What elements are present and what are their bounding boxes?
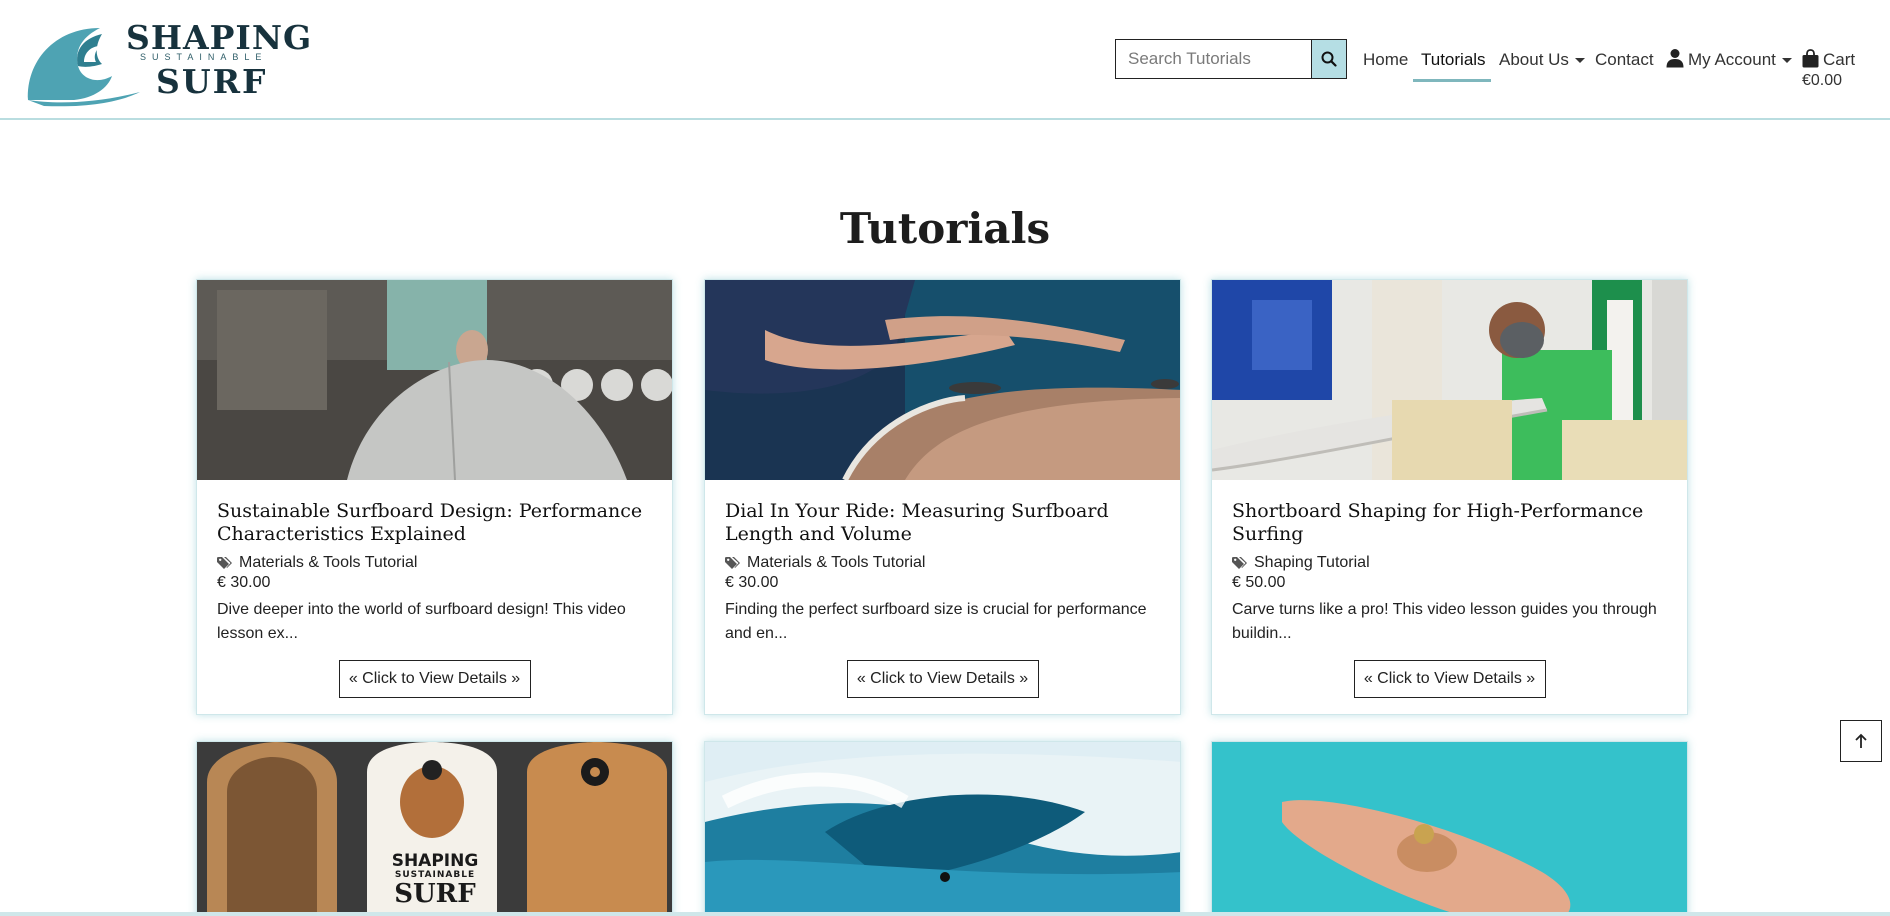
chevron-down-icon [1574,58,1585,64]
tutorial-description: Carve turns like a pro! This video lesso… [1232,601,1657,642]
nav-about-us-label: About Us [1499,50,1569,69]
search-input[interactable] [1115,39,1311,79]
tutorial-image-barrel-wave[interactable] [705,742,1180,916]
active-nav-indicator [1413,79,1491,82]
search-button[interactable] [1311,39,1347,79]
scroll-to-top-button[interactable] [1840,720,1882,762]
tutorial-category-label: Shaping Tutorial [1254,554,1370,571]
tag-icon [217,557,232,569]
nav-cart[interactable]: Cart [1802,48,1855,72]
tutorial-card [1211,741,1688,916]
tutorial-image-measuring-board[interactable] [705,280,1180,480]
tutorial-price: € 30.00 [725,574,779,591]
tutorial-card: Shortboard Shaping for High-Performance … [1211,279,1688,715]
nav-my-account-label: My Account [1688,50,1776,69]
brand-line-2: SUSTAINABLE [140,52,268,62]
arrow-up-icon [1855,733,1867,748]
board-logo-text: SHAPING SUSTAINABLE SURF [375,852,495,908]
chevron-down-icon [1781,58,1792,64]
search-icon [1321,51,1337,67]
tag-icon [725,557,740,569]
tutorial-card: Sustainable Surfboard Design: Performanc… [196,279,673,715]
tutorial-card: Dial In Your Ride: Measuring Surfboard L… [704,279,1181,715]
tutorial-category: Materials & Tools Tutorial [725,554,1160,572]
user-icon [1666,49,1684,68]
tutorial-card [704,741,1181,916]
tutorial-category-label: Materials & Tools Tutorial [239,554,418,571]
tutorial-title[interactable]: Shortboard Shaping for High-Performance … [1232,500,1667,546]
tutorial-price: € 50.00 [1232,574,1286,591]
tag-icon [1232,557,1247,569]
brand-line-3: SURF [156,62,268,101]
shopping-bag-icon [1802,49,1819,68]
tutorial-image-surfer-on-board[interactable] [1212,742,1687,916]
brand-logo[interactable]: SHAPING SUSTAINABLE SURF [24,18,311,107]
nav-my-account[interactable]: My Account [1666,48,1792,72]
tutorial-title[interactable]: Dial In Your Ride: Measuring Surfboard L… [725,500,1160,546]
view-details-button[interactable]: « Click to View Details » [338,660,531,698]
nav-tutorials[interactable]: Tutorials [1421,48,1486,72]
tutorial-image-shaper-with-board[interactable] [1212,280,1687,480]
tutorial-image-wooden-boards[interactable]: SHAPING SUSTAINABLE SURF [197,742,672,916]
tutorial-description: Dive deeper into the world of surfboard … [217,601,626,642]
tutorial-category: Materials & Tools Tutorial [217,554,652,572]
tutorial-category: Shaping Tutorial [1232,554,1667,572]
cart-total: €0.00 [1802,72,1843,89]
nav-about-us[interactable]: About Us [1499,48,1585,72]
view-details-button[interactable]: « Click to View Details » [846,660,1039,698]
site-header: SHAPING SUSTAINABLE SURF Home Tutorials … [0,0,1890,120]
tutorial-category-label: Materials & Tools Tutorial [747,554,926,571]
nav-home[interactable]: Home [1363,48,1408,72]
board-logo-line-1: SHAPING [391,851,479,871]
tutorial-title[interactable]: Sustainable Surfboard Design: Performanc… [217,500,652,546]
tutorial-card: SHAPING SUSTAINABLE SURF [196,741,673,916]
nav-cart-label: Cart [1823,50,1856,69]
tutorial-price: € 30.00 [217,574,271,591]
footer-edge [0,912,1890,916]
tutorial-image-surfboard-closeup[interactable] [197,280,672,480]
page-title: Tutorials [839,204,1051,253]
board-logo-line-3: SURF [394,879,476,909]
search-form [1115,39,1347,79]
tutorial-description: Finding the perfect surfboard size is cr… [725,601,1147,642]
nav-contact[interactable]: Contact [1595,48,1654,72]
view-details-button[interactable]: « Click to View Details » [1353,660,1546,698]
